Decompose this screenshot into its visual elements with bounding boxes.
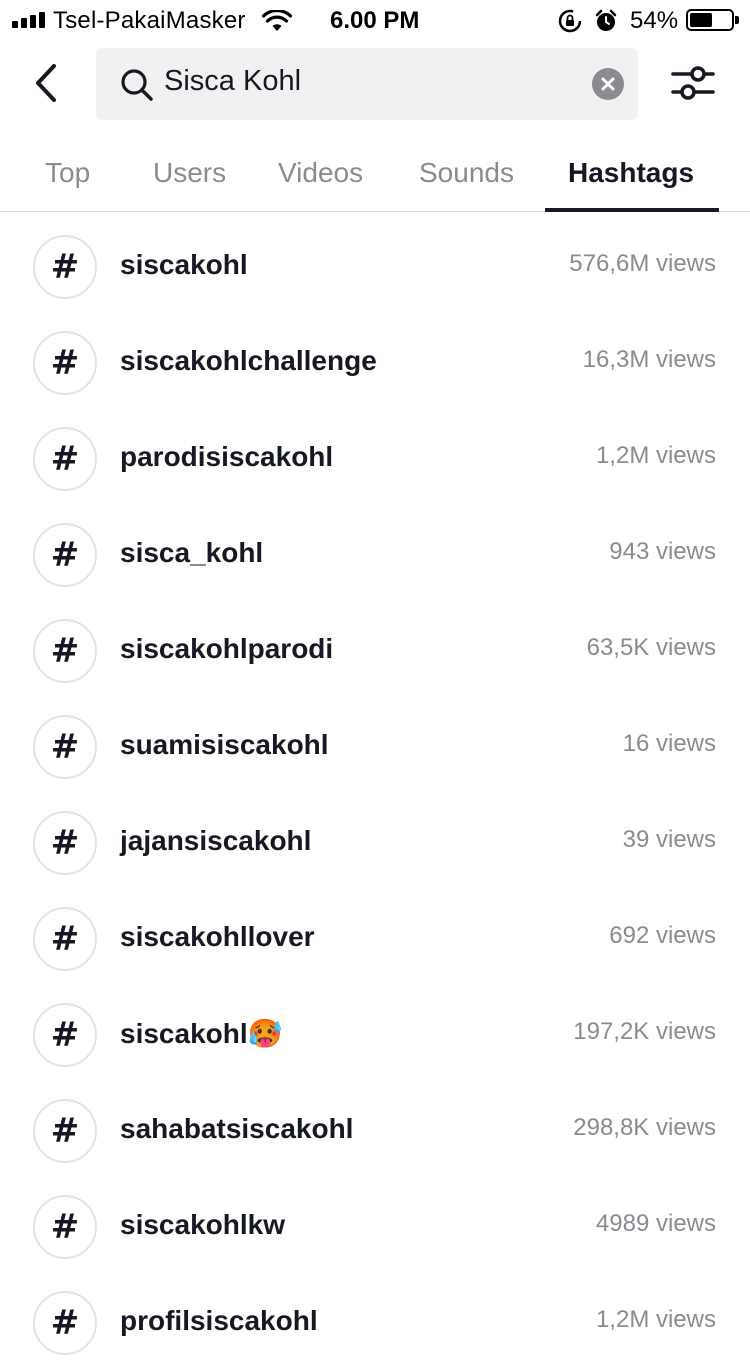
hashtag-views: 1,2M views [595, 1306, 716, 1333]
hashtag-name: parodisiscakohl [120, 441, 334, 472]
hashtag-symbol: # [50, 1111, 80, 1151]
hashtag-icon: # [33, 235, 97, 299]
hashtag-row[interactable]: # jajansiscakohl 39 views [0, 794, 750, 890]
hashtag-row[interactable]: # suamisiscakohl 16 views [0, 698, 750, 794]
carrier-name: Tsel-PakaiMasker [53, 7, 246, 34]
hashtag-icon: # [33, 1195, 97, 1259]
alarm-icon [595, 9, 617, 31]
hashtag-views: 197,2K views [573, 1018, 716, 1045]
hashtag-icon: # [33, 811, 97, 875]
battery-icon [686, 9, 739, 31]
hashtag-icon: # [33, 1003, 97, 1067]
hashtag-row[interactable]: # siscakohllover 692 views [0, 890, 750, 986]
filter-button[interactable] [670, 62, 716, 106]
wifi-icon [262, 10, 292, 31]
hashtag-symbol: # [50, 535, 80, 575]
hashtag-icon: # [33, 427, 97, 491]
hashtag-row[interactable]: # siscakohl🥵 197,2K views [0, 986, 750, 1082]
status-bar: Tsel-PakaiMasker 6.00 PM 54% [0, 0, 750, 40]
hashtag-name: suamisiscakohl [120, 729, 329, 760]
hashtag-symbol: # [50, 1303, 80, 1343]
clear-icon [601, 77, 615, 91]
hashtag-row[interactable]: # sisca_kohl 943 views [0, 506, 750, 602]
hashtag-views: 16 views [622, 730, 716, 757]
clear-search-button[interactable] [592, 68, 624, 100]
battery-percent: 54% [630, 7, 679, 34]
search-bar[interactable]: Sisca Kohl [96, 48, 638, 120]
hashtag-views: 16,3M views [582, 346, 716, 373]
hashtag-row[interactable]: # siscakohlkw 4989 views [0, 1178, 750, 1274]
back-icon [36, 64, 56, 102]
hashtag-row[interactable]: # siscakohlchallenge 16,3M views [0, 314, 750, 410]
hashtag-icon: # [33, 907, 97, 971]
hashtag-row[interactable]: # profilsiscakohl 1,2M views [0, 1274, 750, 1370]
tab-top[interactable]: Top [45, 157, 90, 189]
hashtag-icon: # [33, 1099, 97, 1163]
hashtag-symbol: # [50, 439, 80, 479]
active-tab-indicator [545, 208, 719, 212]
hashtag-views: 943 views [609, 538, 716, 565]
hashtag-views: 576,6M views [569, 250, 716, 277]
search-tabs: Top Users Videos Sounds Hashtags [0, 140, 750, 212]
hashtag-name: siscakohlparodi [120, 633, 334, 664]
hashtag-views: 4989 views [595, 1210, 716, 1237]
hashtag-list: # siscakohl 576,6M views # siscakohlchalleng… [0, 218, 750, 1370]
hashtag-row[interactable]: # siscakohlparodi 63,5K views [0, 602, 750, 698]
filter-icon [671, 66, 715, 100]
hashtag-name: sisca_kohl [120, 537, 264, 568]
hashtag-views: 692 views [609, 922, 716, 949]
hashtag-symbol: # [50, 919, 80, 959]
search-icon [121, 69, 153, 101]
search-input[interactable]: Sisca Kohl [164, 65, 301, 98]
hashtag-symbol: # [50, 247, 80, 287]
hashtag-name: siscakohl🥵 [120, 1018, 283, 1049]
hashtag-icon: # [33, 619, 97, 683]
clock: 6.00 PM [330, 7, 420, 34]
hashtag-symbol: # [50, 343, 80, 383]
hashtag-icon: # [33, 1291, 97, 1355]
tab-hashtags[interactable]: Hashtags [568, 157, 694, 189]
hashtag-name: siscakohlchallenge [120, 345, 377, 376]
hashtag-name: siscakohlkw [120, 1209, 285, 1240]
hashtag-row[interactable]: # siscakohl 576,6M views [0, 218, 750, 314]
signal-icon [12, 12, 45, 28]
hashtag-icon: # [33, 715, 97, 779]
hashtag-name: jajansiscakohl [120, 825, 312, 856]
back-button[interactable] [24, 58, 74, 108]
rotation-lock-icon [558, 9, 582, 33]
hashtag-symbol: # [50, 1207, 80, 1247]
hashtag-name: siscakohl [120, 249, 248, 280]
hashtag-symbol: # [50, 631, 80, 671]
hashtag-symbol: # [50, 727, 80, 767]
hashtag-icon: # [33, 523, 97, 587]
hashtag-symbol: # [50, 823, 80, 863]
tab-sounds[interactable]: Sounds [419, 157, 514, 189]
hashtag-symbol: # [50, 1015, 80, 1055]
hashtag-views: 298,8K views [573, 1114, 716, 1141]
hashtag-views: 39 views [622, 826, 716, 853]
hashtag-row[interactable]: # parodisiscakohl 1,2M views [0, 410, 750, 506]
tab-users[interactable]: Users [153, 157, 226, 189]
hashtag-name: sahabatsiscakohl [120, 1113, 354, 1144]
hashtag-name: profilsiscakohl [120, 1305, 318, 1336]
tab-videos[interactable]: Videos [278, 157, 363, 189]
hashtag-icon: # [33, 331, 97, 395]
hashtag-name: siscakohllover [120, 921, 315, 952]
hashtag-views: 1,2M views [595, 442, 716, 469]
hashtag-views: 63,5K views [586, 634, 716, 661]
hashtag-row[interactable]: # sahabatsiscakohl 298,8K views [0, 1082, 750, 1178]
